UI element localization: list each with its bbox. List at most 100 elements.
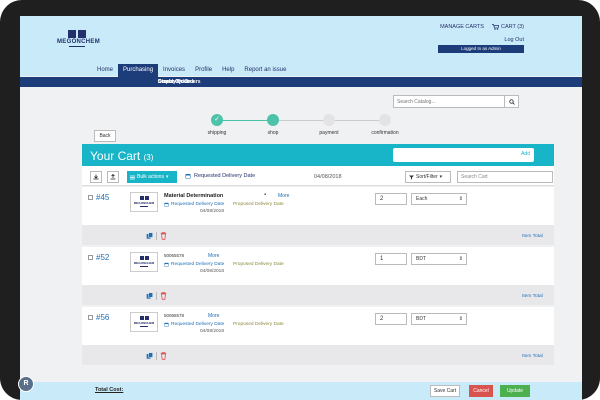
delivery-date-value[interactable]: 04/08/2018: [314, 174, 342, 180]
unit-select[interactable]: BDT ⇕: [411, 253, 467, 265]
tab-purchasing[interactable]: Purchasing: [118, 64, 159, 77]
updown-icon: ⇕: [458, 316, 463, 322]
item-number-link[interactable]: #56: [96, 313, 109, 322]
more-link[interactable]: More: [208, 253, 219, 259]
copy-button[interactable]: [146, 232, 154, 242]
trash-icon: [160, 232, 167, 240]
catalog-search-button[interactable]: [504, 96, 518, 107]
cancel-button[interactable]: Cancel: [469, 385, 493, 397]
unit-select[interactable]: BDT ⇕: [411, 313, 467, 325]
logo-underline: [69, 46, 85, 47]
product-thumbnail[interactable]: MEGONCHEM: [130, 252, 158, 272]
thumb-brand: MEGONCHEM: [133, 201, 155, 205]
unit-value: Each: [416, 196, 428, 202]
bulk-actions-button[interactable]: Bulk actions ▾: [127, 171, 177, 183]
requested-delivery-header[interactable]: Requested Delivery Date: [185, 173, 255, 179]
tab-profile[interactable]: Profile: [190, 64, 217, 77]
catalog-search-input[interactable]: [394, 96, 502, 107]
proposed-delivery-label: Proposed Delivery Date: [233, 322, 284, 327]
step-label: shipping: [207, 130, 227, 136]
manage-carts-link[interactable]: MANAGE CARTS: [440, 24, 484, 30]
chevron-down-icon: ▾: [165, 174, 169, 180]
item-name: Material Determination: [164, 193, 224, 199]
download-button[interactable]: [90, 171, 102, 183]
chevron-down-icon: ▾: [439, 174, 443, 180]
calendar-icon: [164, 202, 169, 207]
item-checkbox[interactable]: [88, 195, 93, 200]
more-link[interactable]: More: [278, 193, 289, 199]
sort-filter-button[interactable]: Sort/Filter ▾: [405, 171, 451, 183]
main-nav: Home Purchasing Invoices Profile Help Re…: [92, 64, 291, 77]
item-sku: 50065578: [164, 253, 185, 258]
utility-links: MANAGE CARTS CART (3): [440, 24, 524, 30]
tab-help[interactable]: Help: [217, 64, 239, 77]
sort-filter-label: Sort/Filter: [416, 174, 438, 180]
quick-add-field[interactable]: Add: [393, 148, 534, 162]
step-confirmation[interactable]: confirmation: [365, 114, 405, 136]
step-shipping[interactable]: ✓ shipping: [197, 114, 237, 136]
comment-icon[interactable]: ▪: [264, 192, 266, 198]
cart-item-body: #52 MEGONCHEM 50065578 More Requested De…: [82, 247, 554, 285]
back-button[interactable]: Back: [94, 130, 116, 142]
step-payment[interactable]: payment: [309, 114, 349, 136]
cart-toolbar: Bulk actions ▾ Requested Delivery Date 0…: [82, 166, 554, 186]
list-icon: [130, 175, 135, 179]
step-dot: [267, 114, 279, 126]
filter-icon: [409, 175, 414, 179]
cart-title-bar: Your Cart (3) Add: [82, 144, 554, 166]
product-thumbnail[interactable]: MEGONCHEM: [130, 192, 158, 212]
item-number-link[interactable]: #45: [96, 193, 109, 202]
cart-title-text: Your Cart: [90, 149, 141, 163]
proposed-delivery-label: Proposed Delivery Date: [233, 262, 284, 267]
item-requested-delivery[interactable]: Requested Delivery Date: [164, 322, 224, 327]
download-icon: [93, 174, 99, 180]
trash-icon: [160, 292, 167, 300]
item-checkbox[interactable]: [88, 315, 93, 320]
checkout-progress: ✓ shipping shop payment confirmation: [190, 114, 410, 138]
cart-title: Your Cart (3): [90, 149, 153, 163]
delete-button[interactable]: [160, 232, 167, 242]
app-screen: MEGONCHEM MANAGE CARTS CART (3) Log Out …: [20, 16, 582, 400]
tab-report-issue[interactable]: Report an issue: [239, 64, 291, 77]
quantity-input[interactable]: 1: [375, 253, 407, 265]
tab-invoices[interactable]: Invoices: [158, 64, 190, 77]
item-total-label: Item Total: [522, 294, 543, 299]
logout-link[interactable]: Log Out: [504, 37, 524, 43]
item-delivery-date: 04/08/2018: [200, 269, 225, 274]
item-number-link[interactable]: #52: [96, 253, 109, 262]
item-requested-delivery[interactable]: Requested Delivery Date: [164, 262, 224, 267]
copy-icon: [146, 292, 153, 299]
cart-item: #56 MEGONCHEM 50065578 More Requested De…: [82, 307, 554, 365]
cart-item-body: #56 MEGONCHEM 50065578 More Requested De…: [82, 307, 554, 345]
search-cart-input[interactable]: Search Cart: [457, 171, 553, 183]
cart-link[interactable]: CART (3): [491, 24, 524, 30]
step-shop[interactable]: shop: [253, 114, 293, 136]
quantity-input[interactable]: 2: [375, 193, 407, 205]
thumb-brand: MEGONCHEM: [133, 261, 155, 265]
copy-button[interactable]: [146, 352, 154, 362]
delete-button[interactable]: [160, 292, 167, 302]
update-button[interactable]: Update: [500, 385, 530, 397]
tab-home[interactable]: Home: [92, 64, 118, 77]
quantity-input[interactable]: 2: [375, 313, 407, 325]
cart-label: CART (3): [500, 24, 524, 30]
item-checkbox[interactable]: [88, 255, 93, 260]
upload-button[interactable]: [107, 171, 119, 183]
cart-icon: [491, 24, 499, 30]
megonchem-logo[interactable]: MEGONCHEM: [57, 30, 100, 54]
search-icon: [508, 98, 515, 105]
product-thumbnail[interactable]: MEGONCHEM: [130, 312, 158, 332]
item-total-label: Item Total: [522, 354, 543, 359]
copy-button[interactable]: [146, 292, 154, 302]
item-requested-delivery[interactable]: Requested Delivery Date: [164, 202, 224, 207]
sub-nav: Search for Orders Create Order Display Q…: [20, 77, 582, 87]
unit-select[interactable]: Each ⇕: [411, 193, 467, 205]
add-button[interactable]: Add: [521, 151, 530, 157]
save-cart-button[interactable]: Save Cart: [430, 385, 460, 397]
logo-mark: [57, 30, 97, 38]
divider: [156, 352, 157, 360]
divider: [156, 232, 157, 240]
delete-button[interactable]: [160, 352, 167, 362]
more-link[interactable]: More: [208, 313, 219, 319]
requested-delivery-label: Requested Delivery Date: [171, 262, 225, 267]
